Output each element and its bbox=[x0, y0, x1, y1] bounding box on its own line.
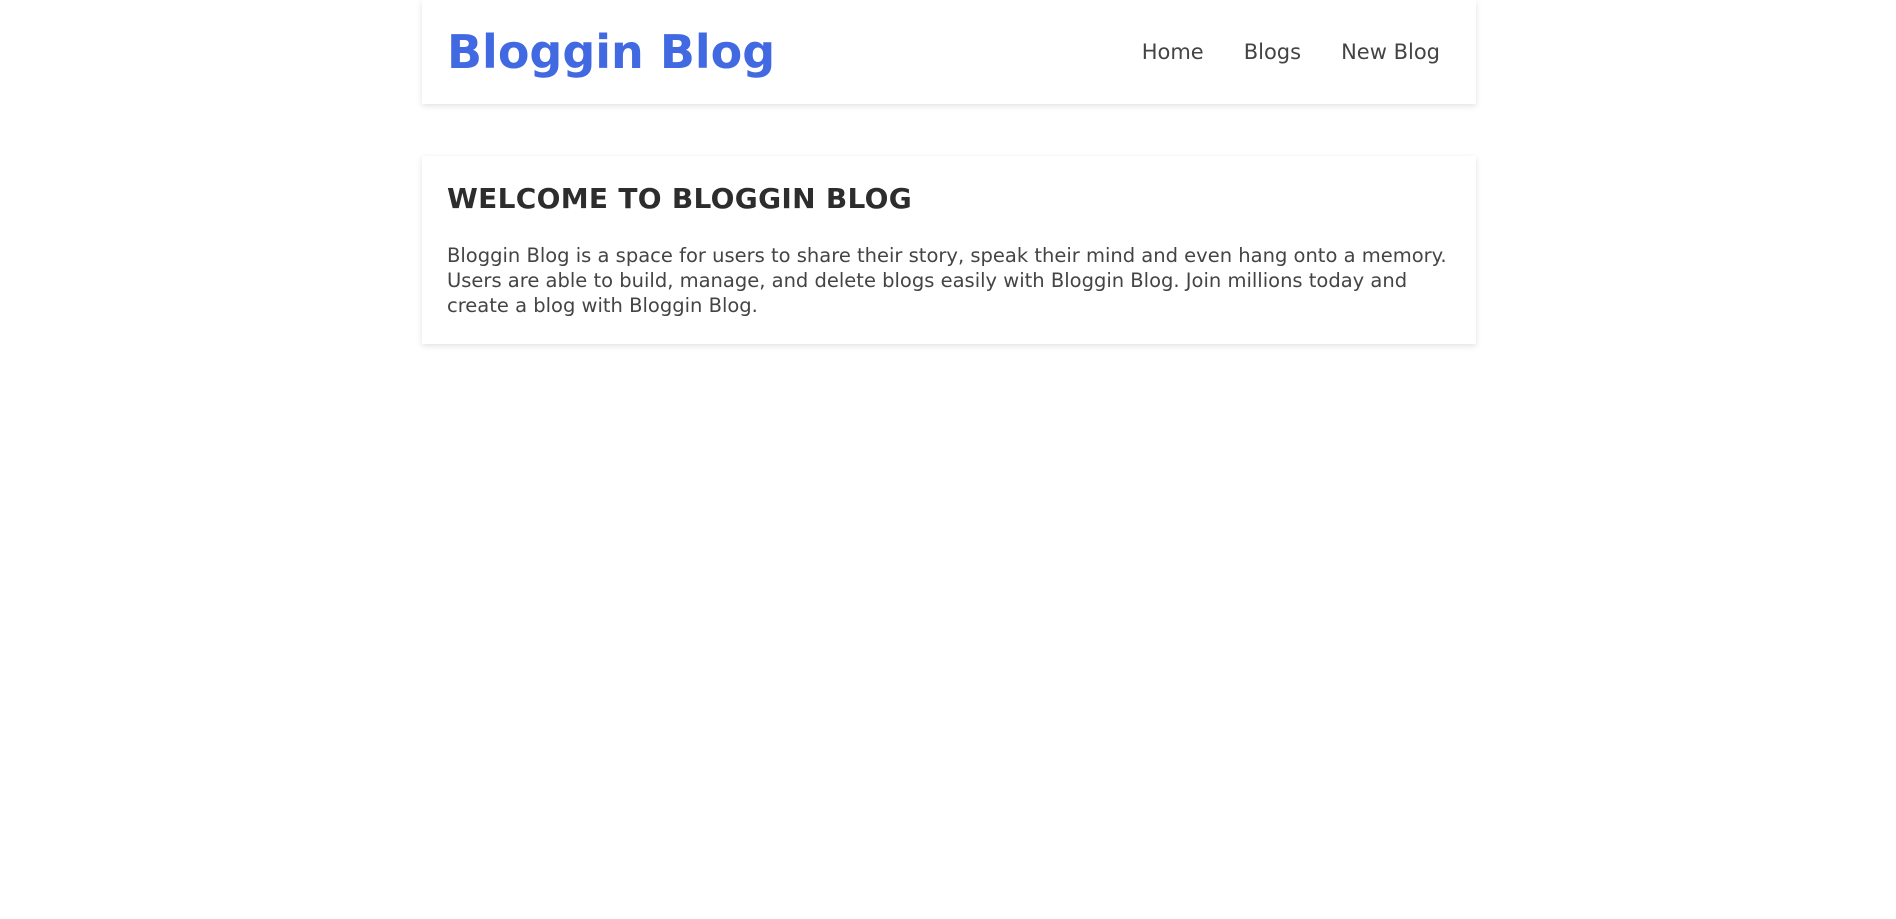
nav-link-home[interactable]: Home bbox=[1142, 40, 1204, 64]
welcome-title: WELCOME TO BLOGGIN BLOG bbox=[447, 182, 913, 215]
nav-link-blogs[interactable]: Blogs bbox=[1244, 40, 1301, 64]
navbar: Bloggin Blog Home Blogs New Blog bbox=[422, 0, 1476, 104]
welcome-card: WELCOME TO BLOGGIN BLOG Bloggin Blog is … bbox=[422, 156, 1476, 344]
nav-links: Home Blogs New Blog bbox=[1142, 40, 1440, 64]
brand-logo-link[interactable]: Bloggin Blog bbox=[447, 29, 775, 75]
welcome-description: Bloggin Blog is a space for users to sha… bbox=[447, 244, 1447, 317]
nav-link-new-blog[interactable]: New Blog bbox=[1341, 40, 1440, 64]
